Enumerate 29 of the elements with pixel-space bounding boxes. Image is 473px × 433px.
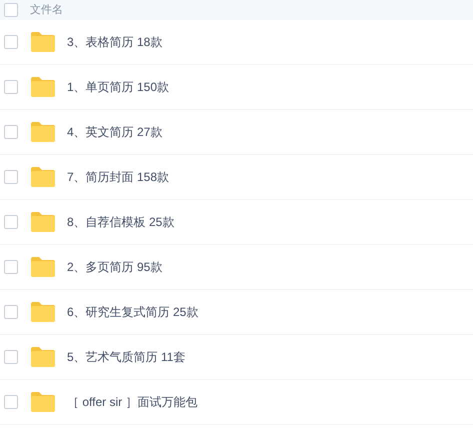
folder-icon <box>30 166 56 188</box>
folder-icon <box>30 121 56 143</box>
checkbox[interactable] <box>4 395 18 409</box>
checkbox[interactable] <box>4 35 18 49</box>
folder-icon <box>30 301 56 323</box>
folder-icon <box>30 256 56 278</box>
checkbox[interactable] <box>4 215 18 229</box>
folder-icon <box>30 346 56 368</box>
file-name[interactable]: 3、表格简历 18款 <box>67 33 162 51</box>
folder-icon <box>30 76 56 98</box>
checkbox[interactable] <box>4 125 18 139</box>
checkbox[interactable] <box>4 305 18 319</box>
checkbox[interactable] <box>4 3 18 17</box>
folder-icon <box>30 31 56 53</box>
file-name[interactable]: 5、艺术气质简历 11套 <box>67 348 186 366</box>
file-name[interactable]: ［ offer sir ］面试万能包 <box>67 393 198 411</box>
checkbox[interactable] <box>4 170 18 184</box>
folder-icon <box>30 391 56 413</box>
column-header: 文件名 <box>30 4 63 16</box>
checkbox[interactable] <box>4 260 18 274</box>
checkbox[interactable] <box>4 350 18 364</box>
file-name[interactable]: 1、单页简历 150款 <box>67 78 170 96</box>
file-name[interactable]: 7、简历封面 158款 <box>67 168 170 186</box>
file-name[interactable]: 8、自荐信模板 25款 <box>67 213 174 231</box>
file-name[interactable]: 2、多页简历 95款 <box>67 258 162 276</box>
checkbox[interactable] <box>4 80 18 94</box>
folder-icon <box>30 211 56 233</box>
file-name[interactable]: 4、英文简历 27款 <box>67 123 162 141</box>
file-name[interactable]: 6、研究生复式简历 25款 <box>67 303 198 321</box>
